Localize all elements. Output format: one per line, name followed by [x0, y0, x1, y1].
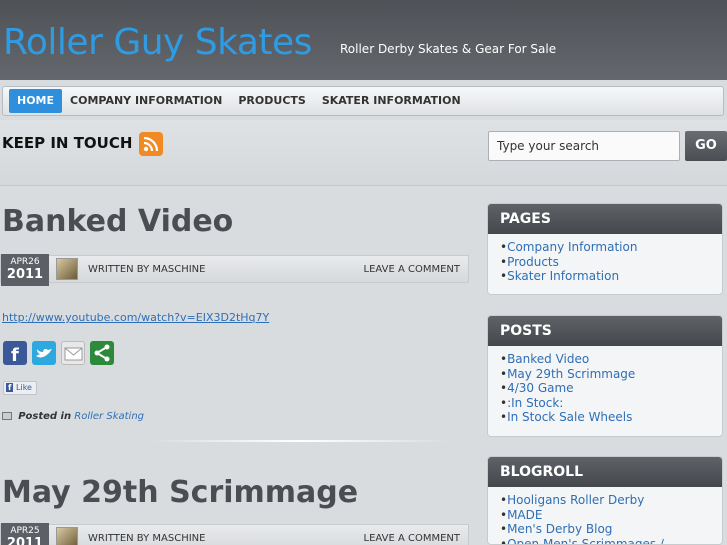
- share-icon[interactable]: [90, 341, 114, 365]
- author-avatar: [56, 258, 78, 280]
- posts-widget: POSTS Banked Video May 29th Scrimmage 4/…: [487, 315, 723, 437]
- nav-products[interactable]: PRODUCTS: [230, 89, 313, 113]
- post-divider: [150, 440, 450, 442]
- post-meta: APR25 2011 WRITTEN BY MASCHINE LEAVE A C…: [0, 523, 469, 545]
- nav-home[interactable]: HOME: [9, 89, 63, 113]
- post-date: APR26 2011: [1, 254, 49, 286]
- keep-in-touch-label: KEEP IN TOUCH: [2, 134, 133, 152]
- leave-comment-link[interactable]: LEAVE A COMMENT: [364, 533, 460, 544]
- like-label: Like: [16, 383, 32, 392]
- author-avatar: [56, 527, 78, 545]
- blogroll-widget-title: BLOGROLL: [488, 457, 722, 487]
- blogroll-link[interactable]: Open Men's Scrimmages /: [500, 537, 710, 545]
- site-header: Roller Guy Skates Roller Derby Skates & …: [0, 0, 727, 80]
- nav-skater-information[interactable]: SKATER INFORMATION: [314, 89, 469, 113]
- posts-link[interactable]: 4/30 Game: [500, 381, 710, 396]
- post-date-year: 2011: [6, 536, 44, 545]
- post-date: APR25 2011: [1, 523, 49, 545]
- blogroll-widget: BLOGROLL Hooligans Roller Derby MADE Men…: [487, 456, 723, 545]
- post-title[interactable]: May 29th Scrimmage: [2, 475, 358, 510]
- posts-widget-title: POSTS: [488, 316, 722, 346]
- post-meta: APR26 2011 WRITTEN BY MASCHINE LEAVE A C…: [0, 254, 469, 286]
- facebook-like-button[interactable]: f Like: [3, 381, 37, 395]
- post-link[interactable]: http://www.youtube.com/watch?v=EIX3D2tHq…: [2, 311, 269, 324]
- facebook-like-icon: f: [6, 383, 14, 392]
- post-title[interactable]: Banked Video: [2, 204, 233, 239]
- nav-company-information[interactable]: COMPANY INFORMATION: [62, 89, 230, 113]
- folder-icon: [2, 412, 12, 420]
- post-author: WRITTEN BY MASCHINE: [88, 533, 206, 544]
- posts-link[interactable]: In Stock Sale Wheels: [500, 410, 710, 425]
- posts-link[interactable]: Banked Video: [500, 352, 710, 367]
- pages-widget-title: PAGES: [488, 204, 722, 234]
- pages-link[interactable]: Skater Information: [500, 269, 710, 284]
- leave-comment-link[interactable]: LEAVE A COMMENT: [364, 264, 460, 275]
- post-category-line: Posted in Roller Skating: [2, 411, 144, 422]
- rss-icon[interactable]: [139, 132, 163, 156]
- svg-text:f: f: [11, 345, 19, 365]
- site-title[interactable]: Roller Guy Skates: [3, 22, 312, 63]
- twitter-icon[interactable]: [32, 341, 56, 365]
- pages-link[interactable]: Company Information: [500, 240, 710, 255]
- facebook-icon[interactable]: f: [3, 341, 27, 366]
- email-icon[interactable]: [61, 341, 85, 365]
- post-date-month-day: APR26: [10, 257, 40, 267]
- main-nav: HOME COMPANY INFORMATION PRODUCTS SKATER…: [2, 86, 724, 116]
- blogroll-link[interactable]: Men's Derby Blog: [500, 522, 710, 537]
- pages-widget: PAGES Company Information Products Skate…: [487, 203, 723, 295]
- search-input[interactable]: [488, 131, 680, 161]
- post-date-year: 2011: [6, 267, 44, 282]
- posted-in-label: Posted in: [18, 411, 72, 422]
- blogroll-link[interactable]: Hooligans Roller Derby: [500, 493, 710, 508]
- pages-link[interactable]: Products: [500, 255, 710, 270]
- search-go-button[interactable]: GO: [685, 131, 727, 161]
- site-tagline: Roller Derby Skates & Gear For Sale: [340, 42, 557, 56]
- category-link[interactable]: Roller Skating: [74, 411, 144, 422]
- post-author: WRITTEN BY MASCHINE: [88, 264, 206, 275]
- blogroll-link[interactable]: MADE: [500, 508, 710, 523]
- posts-link[interactable]: :In Stock:: [500, 396, 710, 411]
- post-date-month-day: APR25: [10, 526, 40, 536]
- posts-link[interactable]: May 29th Scrimmage: [500, 367, 710, 382]
